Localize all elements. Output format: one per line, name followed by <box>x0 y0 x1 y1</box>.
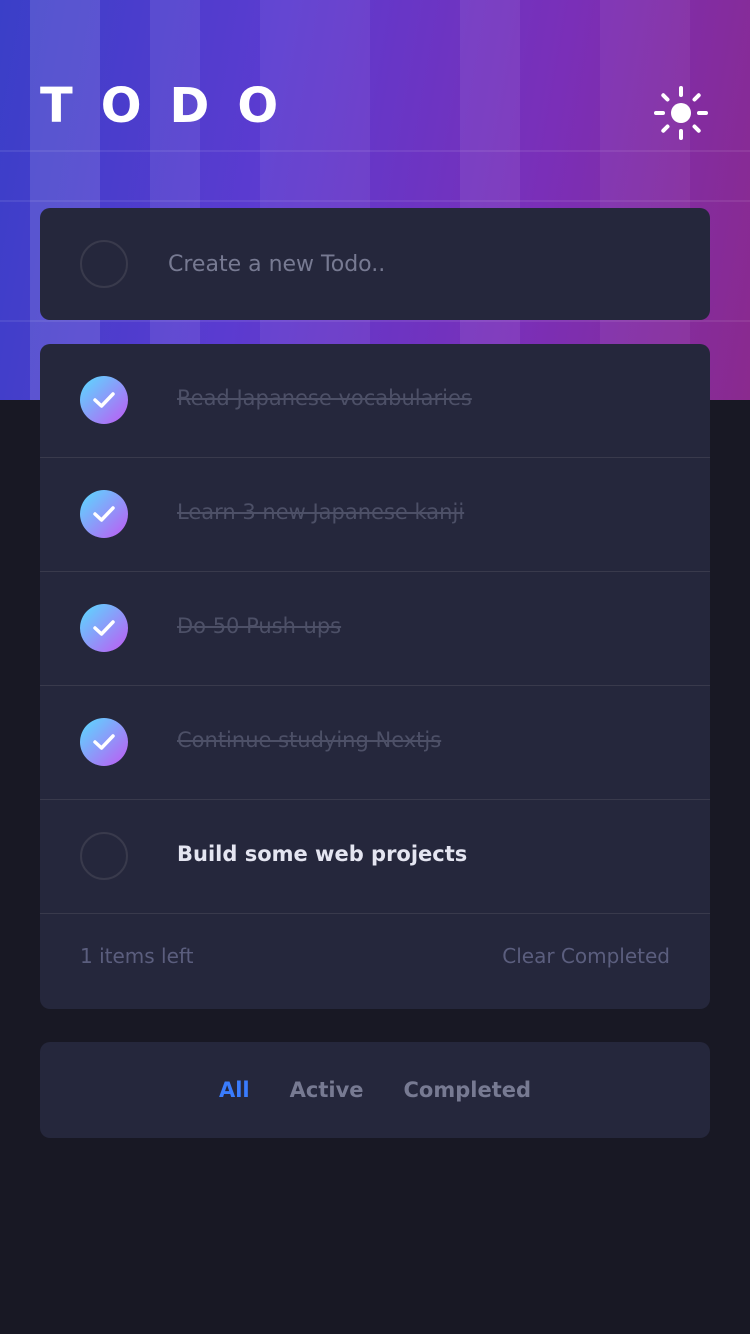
todo-item: Continue studying Nextjs <box>40 686 710 800</box>
todo-checkbox[interactable] <box>80 376 128 424</box>
check-icon <box>93 506 115 522</box>
check-icon <box>93 734 115 750</box>
new-todo-checkbox[interactable] <box>80 240 128 288</box>
todo-app: TODO Read Japanese vocabularies <box>0 0 750 1334</box>
todo-item: Read Japanese vocabularies <box>40 344 710 458</box>
filter-all[interactable]: All <box>219 1078 250 1102</box>
new-todo-card <box>40 208 710 320</box>
filter-active[interactable]: Active <box>290 1078 364 1102</box>
theme-toggle-button[interactable] <box>654 86 708 140</box>
todo-list: Read Japanese vocabularies Learn 3 new J… <box>40 344 710 1009</box>
todo-checkbox[interactable] <box>80 718 128 766</box>
header-background-image <box>0 0 750 400</box>
todo-item: Learn 3 new Japanese kanji <box>40 458 710 572</box>
filter-completed[interactable]: Completed <box>404 1078 532 1102</box>
todo-text[interactable]: Do 50 Push-ups <box>177 610 341 642</box>
todo-text[interactable]: Read Japanese vocabularies <box>177 382 472 414</box>
todo-item: Do 50 Push-ups <box>40 572 710 686</box>
check-icon <box>93 392 115 408</box>
sun-icon <box>654 86 708 140</box>
todo-checkbox[interactable] <box>80 490 128 538</box>
todo-checkbox[interactable] <box>80 832 128 880</box>
todo-text[interactable]: Continue studying Nextjs <box>177 724 441 756</box>
filter-bar: All Active Completed <box>40 1042 710 1138</box>
todo-checkbox[interactable] <box>80 604 128 652</box>
new-todo-input[interactable] <box>168 244 668 284</box>
check-icon <box>93 620 115 636</box>
app-title: TODO <box>40 78 307 134</box>
todo-text[interactable]: Build some web projects <box>177 838 467 870</box>
todo-item: Build some web projects <box>40 800 710 914</box>
list-footer: 1 items left Clear Completed <box>40 914 710 1009</box>
items-left-count: 1 items left <box>80 944 194 968</box>
todo-text[interactable]: Learn 3 new Japanese kanji <box>177 496 464 528</box>
clear-completed-button[interactable]: Clear Completed <box>502 944 670 968</box>
